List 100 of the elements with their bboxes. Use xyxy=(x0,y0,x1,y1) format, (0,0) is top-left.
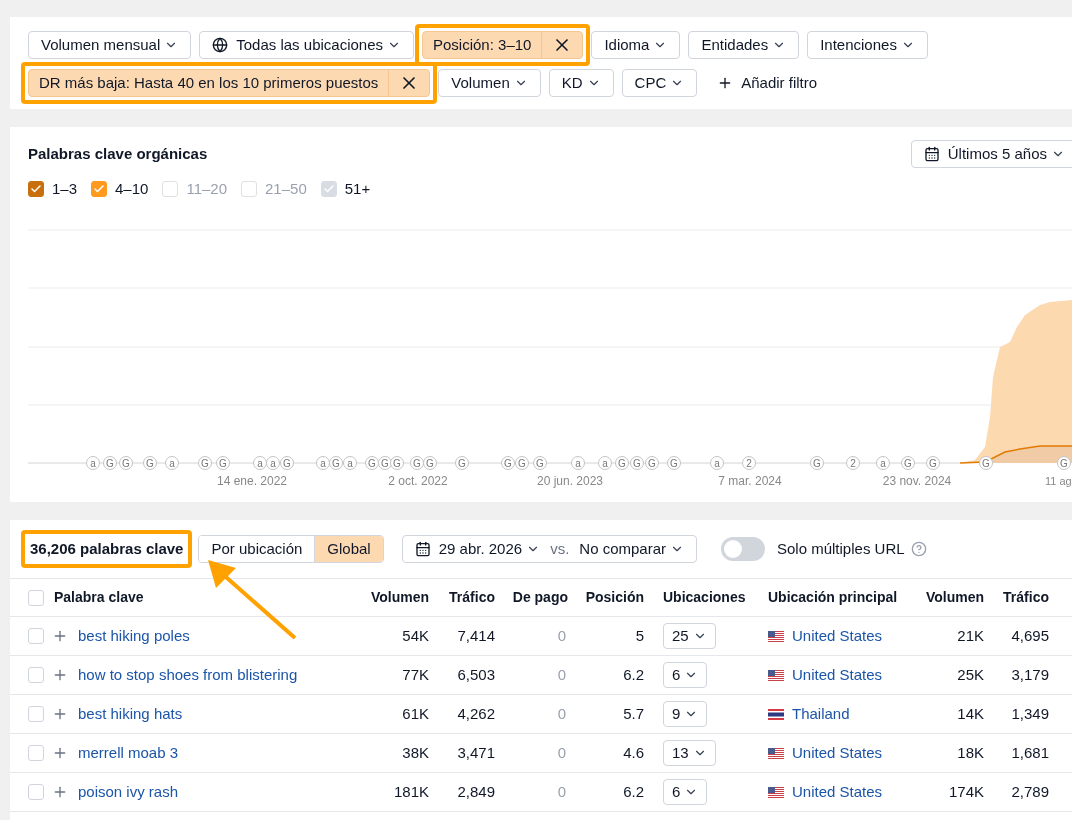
keyword-link[interactable]: how to stop shoes from blistering xyxy=(78,663,298,687)
period-dropdown[interactable]: Últimos 5 años xyxy=(910,140,1072,168)
event-marker[interactable]: G xyxy=(630,456,644,470)
filter-dropdown[interactable]: Intenciones xyxy=(807,31,928,59)
event-marker[interactable]: G xyxy=(329,456,343,470)
table-cell-text: 6.2 xyxy=(622,664,645,685)
table-cell-text: 4,695 xyxy=(1010,625,1050,646)
plus-icon[interactable] xyxy=(52,745,68,761)
filter-label: Posición: 3–10 xyxy=(432,34,533,55)
active-filter[interactable]: Posición: 3–10 xyxy=(422,31,584,59)
column-header[interactable]: De pago xyxy=(512,589,568,605)
event-marker[interactable]: G xyxy=(926,456,940,470)
table-cell-text: 5 xyxy=(634,625,645,646)
event-marker[interactable]: G xyxy=(103,456,117,470)
axis-label: 23 nov. 2024 xyxy=(882,474,952,488)
event-marker[interactable]: G xyxy=(198,456,212,470)
keyword-link[interactable]: best hiking poles xyxy=(78,624,190,648)
filter-dropdown[interactable]: KD xyxy=(548,69,614,97)
keyword-count: 36,206 palabras clave xyxy=(30,540,184,557)
column-header[interactable]: Palabra clave xyxy=(54,587,144,608)
event-marker[interactable]: G xyxy=(378,456,392,470)
keyword-link[interactable]: merrell moab 3 xyxy=(78,741,179,765)
compare-dropdown[interactable]: No comparar xyxy=(579,537,684,561)
filter-dropdown[interactable]: Idioma xyxy=(591,31,681,59)
event-marker[interactable]: G xyxy=(143,456,157,470)
event-marker[interactable]: G xyxy=(410,456,424,470)
table-cell-text: 3,471 xyxy=(456,742,496,763)
filter-dropdown[interactable]: CPC xyxy=(621,69,698,97)
add-filter-button[interactable]: Añadir filtro xyxy=(705,69,830,97)
table-cell-text: 0 xyxy=(556,781,567,802)
event-marker[interactable]: a xyxy=(86,456,100,470)
event-marker[interactable]: G xyxy=(615,456,629,470)
plus-icon[interactable] xyxy=(52,628,68,644)
event-marker[interactable]: G xyxy=(455,456,469,470)
event-marker[interactable]: G xyxy=(216,456,230,470)
event-marker[interactable]: a xyxy=(253,456,267,470)
country-link[interactable]: United States xyxy=(792,780,883,804)
locations-dropdown[interactable]: 9 xyxy=(663,701,708,727)
table-cell-text: 0 xyxy=(556,742,567,763)
toggle-switch[interactable] xyxy=(721,537,765,561)
event-marker[interactable]: G xyxy=(280,456,294,470)
country-link[interactable]: Thailand xyxy=(792,702,850,726)
column-header[interactable]: Volumen xyxy=(925,589,984,605)
country-link[interactable]: United States xyxy=(792,663,883,687)
event-marker[interactable]: G xyxy=(119,456,133,470)
event-marker[interactable]: a xyxy=(316,456,330,470)
filter-dropdown[interactable]: Volumen mensual xyxy=(28,31,192,59)
filter-dropdown[interactable]: Todas las ubicaciones xyxy=(199,31,414,59)
plus-icon[interactable] xyxy=(52,667,68,683)
event-marker[interactable]: G xyxy=(501,456,515,470)
filter-dropdown[interactable]: Volumen xyxy=(438,69,541,97)
event-marker[interactable]: a xyxy=(571,456,585,470)
column-header[interactable]: Ubicación principal xyxy=(768,589,898,605)
event-marker[interactable]: G xyxy=(810,456,824,470)
table-cell-text: 0 xyxy=(556,703,567,724)
event-marker[interactable]: G xyxy=(667,456,681,470)
table-cell-text: 7,414 xyxy=(456,625,496,646)
axis-label: 14 ene. 2022 xyxy=(216,474,288,488)
event-marker[interactable]: a xyxy=(343,456,357,470)
checkbox[interactable] xyxy=(91,181,108,198)
event-marker[interactable]: a xyxy=(710,456,724,470)
country-link[interactable]: United States xyxy=(792,741,883,765)
column-header[interactable]: Posición xyxy=(585,589,644,605)
event-marker[interactable]: G xyxy=(901,456,915,470)
event-marker[interactable]: G xyxy=(645,456,659,470)
event-marker[interactable]: 2 xyxy=(846,456,860,470)
event-marker[interactable]: G xyxy=(365,456,379,470)
table-cell-text: 1,681 xyxy=(1010,742,1050,763)
locations-dropdown[interactable]: 6 xyxy=(663,779,708,805)
plus-icon[interactable] xyxy=(52,784,68,800)
column-header[interactable]: Ubicaciones xyxy=(663,589,746,605)
table-cell-text: 18K xyxy=(956,742,985,763)
event-marker[interactable]: G xyxy=(390,456,404,470)
country-link[interactable]: United States xyxy=(792,624,883,648)
column-header[interactable]: Tráfico xyxy=(449,589,495,605)
locations-dropdown[interactable]: 13 xyxy=(663,740,716,766)
calendar-icon xyxy=(414,541,431,557)
date-dropdown[interactable]: 29 abr. 2026 xyxy=(414,537,541,561)
event-marker[interactable]: a xyxy=(165,456,179,470)
checkbox[interactable] xyxy=(28,181,44,198)
locations-dropdown[interactable]: 6 xyxy=(663,662,708,688)
event-marker[interactable]: G xyxy=(423,456,437,470)
column-header[interactable]: Volumen xyxy=(370,589,429,605)
event-marker[interactable]: G xyxy=(515,456,529,470)
event-marker[interactable]: a xyxy=(876,456,890,470)
column-header[interactable]: Tráfico xyxy=(1003,589,1049,605)
active-filter[interactable]: DR más baja: Hasta 40 en los 10 primeros puestos xyxy=(28,69,431,97)
table-cell-text: 2,789 xyxy=(1010,781,1050,802)
event-marker[interactable]: 2 xyxy=(742,456,756,470)
plus-icon[interactable] xyxy=(52,706,68,722)
keyword-link[interactable]: poison ivy rash xyxy=(78,780,179,804)
locations-dropdown[interactable]: 25 xyxy=(663,623,716,649)
table-cell-text: 1,349 xyxy=(1010,703,1050,724)
keyword-link[interactable]: best hiking hats xyxy=(78,702,183,726)
event-marker[interactable]: G xyxy=(533,456,547,470)
event-marker[interactable]: a xyxy=(266,456,280,470)
help-icon[interactable] xyxy=(910,541,927,557)
filter-dropdown[interactable]: Entidades xyxy=(688,31,800,59)
event-marker[interactable]: a xyxy=(598,456,612,470)
segment-tab[interactable]: Global xyxy=(314,536,383,562)
